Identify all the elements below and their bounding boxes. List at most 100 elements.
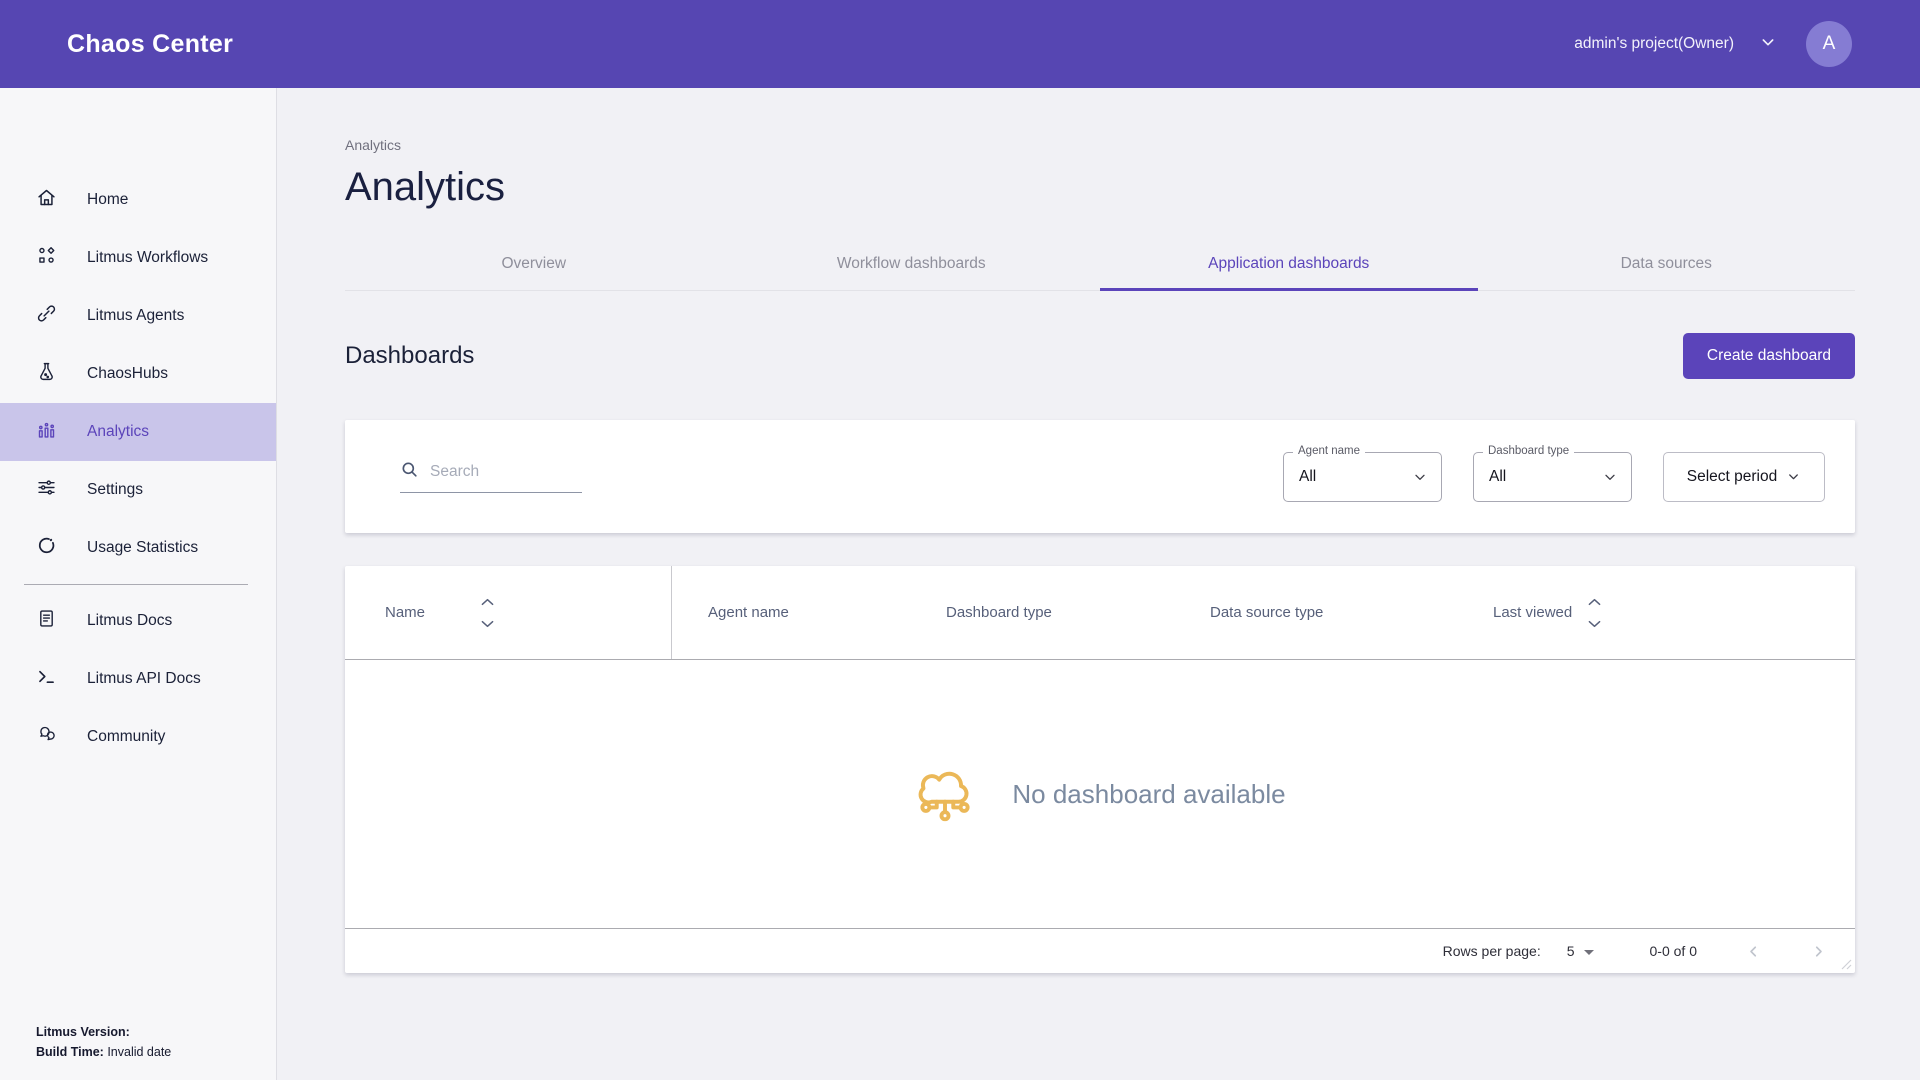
- sidebar-item-label: Home: [87, 191, 128, 209]
- sidebar-item-usage-statistics[interactable]: Usage Statistics: [0, 519, 276, 577]
- table-header-row: Name Agent name Dashboard type Data sour…: [345, 566, 1855, 660]
- resize-grip-icon[interactable]: [1841, 959, 1852, 970]
- tab-data-sources[interactable]: Data sources: [1478, 240, 1856, 290]
- select-period-button[interactable]: Select period: [1663, 452, 1825, 502]
- pagination-bar: Rows per page: 5 0-0 of 0: [345, 928, 1855, 973]
- chevron-down-icon: [1786, 469, 1801, 484]
- search-icon: [400, 460, 419, 484]
- home-icon: [36, 187, 57, 213]
- column-label: Last viewed: [1493, 604, 1572, 621]
- build-time-label: Build Time:: [36, 1045, 104, 1059]
- sidebar-item-label: ChaosHubs: [87, 365, 168, 383]
- agent-name-select[interactable]: Agent name All: [1283, 452, 1442, 502]
- settings-icon: [36, 477, 57, 503]
- search-input[interactable]: [430, 463, 582, 481]
- sidebar-item-settings[interactable]: Settings: [0, 461, 276, 519]
- filter-bar: Agent name All Dashboard type All Select…: [345, 420, 1855, 533]
- sort-control: [481, 598, 494, 628]
- dashboard-type-select[interactable]: Dashboard type All: [1473, 452, 1632, 502]
- analytics-icon: [36, 419, 57, 445]
- dashboard-type-select-value: All: [1489, 468, 1506, 486]
- pagination-range: 0-0 of 0: [1650, 943, 1697, 959]
- tab-overview[interactable]: Overview: [345, 240, 723, 290]
- dropdown-arrow-icon: [1584, 950, 1594, 955]
- layout: Home Litmus Workflows Litmus Agents Chao…: [0, 88, 1920, 1080]
- chevron-down-icon: [1602, 469, 1618, 485]
- column-header-name: Name: [345, 566, 672, 659]
- dashboard-type-select-label: Dashboard type: [1483, 445, 1574, 457]
- sidebar-item-community[interactable]: Community: [0, 708, 276, 766]
- empty-state-message: No dashboard available: [1012, 779, 1285, 810]
- sidebar-item-chaoshubs[interactable]: ChaosHubs: [0, 345, 276, 403]
- sidebar-item-label: Litmus Docs: [87, 612, 172, 630]
- chevron-right-icon: [1810, 943, 1827, 960]
- chevron-left-icon: [1745, 943, 1762, 960]
- chevron-down-icon: [1760, 34, 1776, 55]
- workflows-icon: [36, 245, 57, 271]
- agent-name-select-value: All: [1299, 468, 1316, 486]
- sidebar-item-litmus-api-docs[interactable]: Litmus API Docs: [0, 650, 276, 708]
- create-dashboard-button[interactable]: Create dashboard: [1683, 333, 1855, 379]
- tab-application-dashboards[interactable]: Application dashboards: [1100, 240, 1478, 290]
- main-content: Analytics Analytics Overview Workflow da…: [277, 88, 1920, 1080]
- column-label: Dashboard type: [946, 604, 1052, 621]
- column-header-data-source-type: Data source type: [1210, 604, 1493, 621]
- sidebar-item-label: Litmus Agents: [87, 307, 184, 325]
- chaoshub-icon: [36, 361, 57, 387]
- breadcrumb[interactable]: Analytics: [345, 137, 1855, 153]
- previous-page-button[interactable]: [1745, 943, 1762, 960]
- chevron-down-icon: [1412, 469, 1428, 485]
- top-bar: Chaos Center admin's project(Owner) A: [0, 0, 1920, 88]
- sidebar-item-litmus-agents[interactable]: Litmus Agents: [0, 287, 276, 345]
- litmus-version-label: Litmus Version:: [36, 1025, 130, 1039]
- select-period-label: Select period: [1687, 468, 1777, 486]
- sidebar: Home Litmus Workflows Litmus Agents Chao…: [0, 88, 277, 1080]
- column-header-agent-name: Agent name: [672, 604, 946, 621]
- tab-bar: Overview Workflow dashboards Application…: [345, 240, 1855, 291]
- column-label: Agent name: [708, 604, 789, 621]
- sort-desc-icon[interactable]: [481, 620, 494, 628]
- empty-state: No dashboard available: [345, 660, 1855, 928]
- avatar-initial: A: [1823, 33, 1836, 55]
- avatar[interactable]: A: [1806, 21, 1852, 67]
- section-header: Dashboards Create dashboard: [345, 333, 1855, 379]
- next-page-button[interactable]: [1810, 943, 1827, 960]
- sidebar-item-home[interactable]: Home: [0, 171, 276, 229]
- page-title: Analytics: [345, 165, 1855, 210]
- dashboards-table: Name Agent name Dashboard type Data sour…: [345, 566, 1855, 973]
- filter-selects: Agent name All Dashboard type All Select…: [1283, 452, 1825, 502]
- sidebar-item-litmus-workflows[interactable]: Litmus Workflows: [0, 229, 276, 287]
- column-label: Data source type: [1210, 604, 1323, 621]
- column-header-last-viewed: Last viewed: [1493, 598, 1601, 628]
- sidebar-item-label: Litmus API Docs: [87, 670, 201, 688]
- sidebar-divider: [24, 584, 248, 585]
- community-icon: [36, 724, 57, 750]
- project-selector[interactable]: admin's project(Owner): [1574, 34, 1776, 55]
- project-selector-label: admin's project(Owner): [1574, 35, 1734, 53]
- build-time-value: Invalid date: [104, 1045, 171, 1059]
- sort-asc-icon[interactable]: [481, 598, 494, 606]
- agents-icon: [36, 303, 57, 329]
- sidebar-item-label: Settings: [87, 481, 143, 499]
- sidebar-item-label: Analytics: [87, 423, 149, 441]
- usage-statistics-icon: [36, 535, 57, 561]
- sort-desc-icon[interactable]: [1588, 620, 1601, 628]
- rows-per-page-label: Rows per page:: [1443, 943, 1541, 959]
- sort-asc-icon[interactable]: [1588, 598, 1601, 606]
- column-header-dashboard-type: Dashboard type: [946, 604, 1210, 621]
- sort-control: [1588, 598, 1601, 628]
- sidebar-item-label: Litmus Workflows: [87, 249, 208, 267]
- sidebar-item-label: Usage Statistics: [87, 539, 198, 557]
- api-docs-icon: [36, 666, 57, 692]
- sidebar-item-analytics[interactable]: Analytics: [0, 403, 276, 461]
- tab-workflow-dashboards[interactable]: Workflow dashboards: [723, 240, 1101, 290]
- agent-name-select-label: Agent name: [1293, 445, 1365, 457]
- section-heading: Dashboards: [345, 342, 474, 370]
- search-box[interactable]: [400, 460, 582, 493]
- rows-per-page-value: 5: [1567, 943, 1575, 959]
- sidebar-item-litmus-docs[interactable]: Litmus Docs: [0, 592, 276, 650]
- rows-per-page-select[interactable]: 5: [1567, 943, 1594, 959]
- sidebar-item-label: Community: [87, 728, 165, 746]
- version-info: Litmus Version: Build Time: Invalid date: [36, 1022, 171, 1062]
- topbar-right: admin's project(Owner) A: [1574, 21, 1852, 67]
